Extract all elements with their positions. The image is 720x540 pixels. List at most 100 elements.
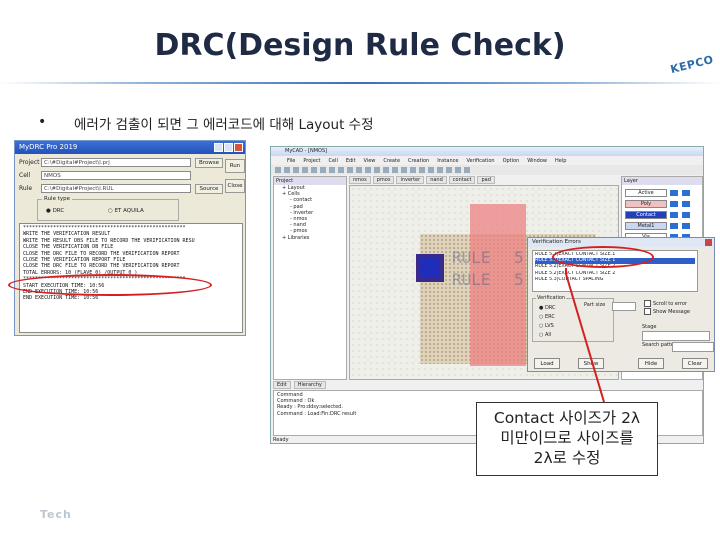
bottom-logo: Tech — [40, 508, 72, 521]
toolbar-icon[interactable] — [410, 167, 416, 173]
cell-tab[interactable]: pmos — [372, 176, 395, 184]
menu-item[interactable]: View — [364, 158, 376, 164]
toolbar-icon[interactable] — [464, 167, 470, 173]
cell-field[interactable]: NMOS — [41, 171, 191, 180]
run-button[interactable]: Run — [225, 159, 245, 173]
menu-item[interactable]: Cell — [328, 158, 337, 164]
show-button[interactable]: Show — [578, 358, 604, 369]
toolbar-icon[interactable] — [428, 167, 434, 173]
bottom-tab[interactable]: Hierarchy — [293, 381, 326, 389]
close-icon[interactable] — [705, 239, 712, 246]
close-button[interactable]: Close — [225, 179, 245, 193]
layer-visible-icon[interactable] — [670, 212, 678, 218]
cell-tab[interactable]: nand — [426, 176, 447, 184]
page-title: DRC(Design Rule Check) — [154, 28, 566, 63]
layer-item[interactable]: Active — [625, 189, 667, 197]
contact-shape[interactable] — [416, 254, 444, 282]
layer-select-icon[interactable] — [682, 223, 690, 229]
rule-field[interactable]: C:\#Digital#Project\l.RUL — [41, 184, 191, 193]
toolbar-icon[interactable] — [302, 167, 308, 173]
part-size-select[interactable] — [612, 302, 636, 311]
toolbar-icon[interactable] — [374, 167, 380, 173]
layer-select-icon[interactable] — [682, 201, 690, 207]
toolbar-icon[interactable] — [284, 167, 290, 173]
bottom-tab[interactable]: Edit — [273, 381, 291, 389]
editor-titlebar: MyCAD - [NMOS] — [271, 147, 703, 156]
layer-item[interactable]: Metal1 — [625, 222, 667, 230]
search-pattern-group: Search pattern — [642, 342, 714, 352]
layer-visible-icon[interactable] — [670, 190, 678, 196]
verification-option-radio[interactable]: ○ All — [539, 332, 551, 338]
menu-item[interactable]: Verification — [466, 158, 494, 164]
toolbar-icon[interactable] — [419, 167, 425, 173]
project-field[interactable]: C:\#Digital#Project\l.prj — [41, 158, 191, 167]
menu-item[interactable]: Create — [383, 158, 400, 164]
menu-item[interactable]: Window — [527, 158, 547, 164]
layout-editor-window: MyCAD - [NMOS] File Project Cell Edit View Cr… — [270, 146, 715, 444]
scroll-to-error-checkbox[interactable]: Scroll to error — [644, 300, 687, 307]
toolbar-icon[interactable] — [293, 167, 299, 173]
rule-type-legend: Rule type — [42, 196, 73, 202]
browse-button[interactable]: Browse — [195, 158, 223, 168]
cell-tab[interactable]: pad — [477, 176, 495, 184]
toolbar-icon[interactable] — [455, 167, 461, 173]
toolbar-icon[interactable] — [311, 167, 317, 173]
show-message-label: Show Message — [653, 308, 690, 315]
toolbar-icon[interactable] — [338, 167, 344, 173]
menu-item[interactable]: Edit — [346, 158, 356, 164]
verification-legend: Verification — [536, 295, 567, 301]
layer-select-icon[interactable] — [682, 212, 690, 218]
tree-item[interactable]: + Libraries — [274, 235, 346, 241]
stage-field[interactable] — [642, 331, 710, 341]
hide-button[interactable]: Hide — [638, 358, 664, 369]
mydrc-titlebar: MyDRC Pro 2019 — [15, 141, 245, 154]
verification-option-radio[interactable]: ○ LVS — [539, 323, 554, 329]
layer-visible-icon[interactable] — [670, 223, 678, 229]
toolbar-icon[interactable] — [392, 167, 398, 173]
layer-select-icon[interactable] — [682, 190, 690, 196]
load-button[interactable]: Load — [534, 358, 560, 369]
close-icon[interactable] — [234, 143, 243, 152]
layer-item[interactable]: Poly — [625, 200, 667, 208]
toolbar-icon[interactable] — [347, 167, 353, 173]
verification-option-radio[interactable]: ● DRC — [539, 305, 556, 311]
search-pattern-field[interactable] — [672, 342, 714, 352]
verification-option-radio[interactable]: ○ ERC — [539, 314, 555, 320]
project-panel-title: Project — [274, 177, 346, 185]
rule-row: Rule C:\#Digital#Project\l.RUL Source — [19, 184, 239, 194]
callout-line-3: 2λ로 수정 — [533, 449, 601, 467]
toolbar-icon[interactable] — [446, 167, 452, 173]
cell-tab[interactable]: contact — [448, 176, 476, 184]
total-errors-highlight — [8, 274, 212, 296]
cell-tab[interactable]: nmos — [349, 176, 371, 184]
rule-type-drc-radio[interactable]: ● DRC — [46, 208, 64, 214]
menu-item[interactable]: File — [287, 158, 295, 164]
menu-item[interactable]: Creation — [408, 158, 429, 164]
maximize-icon[interactable] — [224, 143, 233, 152]
toolbar-icon[interactable] — [437, 167, 443, 173]
cell-row: Cell NMOS — [19, 171, 239, 181]
toolbar-icon[interactable] — [320, 167, 326, 173]
show-message-checkbox[interactable]: Show Message — [644, 308, 690, 315]
layer-visible-icon[interactable] — [670, 201, 678, 207]
menu-item[interactable]: Instance — [437, 158, 458, 164]
rule-marker-text: RULE — [452, 248, 491, 267]
source-button[interactable]: Source — [195, 184, 223, 194]
toolbar-icon[interactable] — [401, 167, 407, 173]
clear-button[interactable]: Clear — [682, 358, 708, 369]
stage-group: Stage — [642, 324, 712, 341]
toolbar-icon[interactable] — [356, 167, 362, 173]
menu-item[interactable]: Project — [303, 158, 320, 164]
minimize-icon[interactable] — [214, 143, 223, 152]
layer-item[interactable]: Contact — [625, 211, 667, 219]
error-item[interactable]: RULE 5.3|CONTACT SPACING — [535, 277, 695, 283]
editor-menubar: File Project Cell Edit View Create Creation Ins… — [271, 156, 703, 165]
toolbar-icon[interactable] — [365, 167, 371, 173]
toolbar-icon[interactable] — [329, 167, 335, 173]
menu-item[interactable]: Help — [555, 158, 566, 164]
menu-item[interactable]: Option — [503, 158, 520, 164]
toolbar-icon[interactable] — [275, 167, 281, 173]
rule-type-aquila-radio[interactable]: ○ ET AQUILA — [108, 208, 144, 214]
toolbar-icon[interactable] — [383, 167, 389, 173]
cell-tab[interactable]: inverter — [396, 176, 425, 184]
